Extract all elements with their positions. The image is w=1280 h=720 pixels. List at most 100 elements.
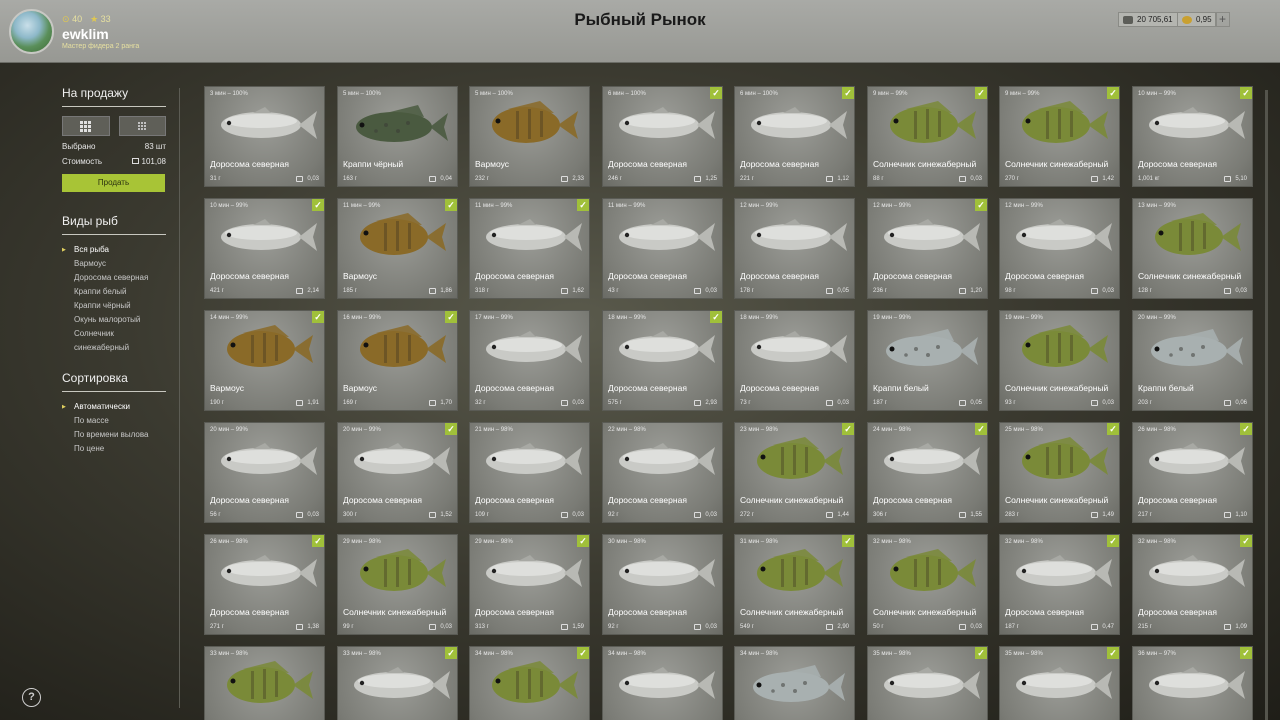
fish-weight: 109 г <box>475 512 489 518</box>
fish-type-filter-item[interactable]: Солнечник синежаберный <box>62 327 166 355</box>
sort-option-item[interactable]: По массе <box>62 414 166 428</box>
fish-card[interactable]: 10 мин – 99% ✓ Доросома северная 1,001 кг 5… <box>1132 86 1253 187</box>
fish-card[interactable]: 24 мин – 98% ✓ Доросома северная 306 г 1,55 <box>867 422 988 523</box>
selected-check-icon[interactable]: ✓ <box>445 199 457 211</box>
fish-card[interactable]: 30 мин – 98% Доросома северная 92 г 0,03 <box>602 534 723 635</box>
fish-card[interactable]: 12 мин – 99% Доросома северная 178 г 0,05 <box>734 198 855 299</box>
selected-check-icon[interactable]: ✓ <box>1107 535 1119 547</box>
fish-type-filter-item[interactable]: Краппи чёрный <box>62 299 166 313</box>
sunfish-icon <box>227 325 313 367</box>
sort-option-item[interactable]: По цене <box>62 442 166 456</box>
fish-card[interactable]: 33 мин – 98% Солнечник <box>204 646 325 720</box>
selected-check-icon[interactable]: ✓ <box>1107 423 1119 435</box>
fish-name: Солнечник синежаберный <box>873 159 977 169</box>
selected-check-icon[interactable]: ✓ <box>445 647 457 659</box>
fish-card[interactable]: 14 мин – 99% ✓ Вармоус 190 г 1,91 <box>204 310 325 411</box>
selected-check-icon[interactable]: ✓ <box>842 87 854 99</box>
selected-check-icon[interactable]: ✓ <box>710 87 722 99</box>
fish-card[interactable]: 35 мин – 98% ✓ <box>867 646 988 720</box>
fish-card[interactable]: 16 мин – 99% ✓ Вармоус 169 г 1,70 <box>337 310 458 411</box>
selected-check-icon[interactable]: ✓ <box>1240 535 1252 547</box>
fish-card[interactable]: 18 мин – 99% ✓ Доросома северная 575 г 2,93 <box>602 310 723 411</box>
fish-type-filter-item[interactable]: Вся рыба <box>62 243 166 257</box>
selected-check-icon[interactable]: ✓ <box>842 423 854 435</box>
fish-price: 1,09 <box>1224 624 1247 630</box>
selected-check-icon[interactable]: ✓ <box>312 199 324 211</box>
selected-check-icon[interactable]: ✓ <box>975 199 987 211</box>
selected-check-icon[interactable]: ✓ <box>975 87 987 99</box>
large-grid-view-button[interactable] <box>62 116 110 136</box>
selected-check-icon[interactable]: ✓ <box>1240 423 1252 435</box>
selected-check-icon[interactable]: ✓ <box>975 647 987 659</box>
fish-card[interactable]: 36 мин – 97% ✓ <box>1132 646 1253 720</box>
fish-card[interactable]: 32 мин – 98% Солнечник синежаберный 50 г 0… <box>867 534 988 635</box>
fish-card[interactable]: 6 мин – 100% ✓ Доросома северная 221 г 1,12 <box>734 86 855 187</box>
fish-card[interactable]: 32 мин – 98% ✓ Доросома северная 215 г 1,09 <box>1132 534 1253 635</box>
fish-card[interactable]: 29 мин – 98% ✓ Доросома северная 313 г 1,59 <box>469 534 590 635</box>
fish-card[interactable]: 11 мин – 99% Доросома северная 43 г 0,03 <box>602 198 723 299</box>
fish-card[interactable]: 19 мин – 99% Краппи белый 187 г 0,05 <box>867 310 988 411</box>
fish-type-filter-item[interactable]: Доросома северная <box>62 271 166 285</box>
fish-card[interactable]: 3 мин – 100% Доросома северная 31 г 0,03 <box>204 86 325 187</box>
fish-card[interactable]: 6 мин – 100% ✓ Доросома северная 246 г 1,25 <box>602 86 723 187</box>
fish-card[interactable]: 34 мин – 98%✓ Солнечник <box>469 646 590 720</box>
fish-card[interactable]: 21 мин – 98% Доросома северная 109 г 0,03 <box>469 422 590 523</box>
selected-check-icon[interactable]: ✓ <box>577 647 589 659</box>
fish-card[interactable]: 17 мин – 99% Доросома северная 32 г 0,03 <box>469 310 590 411</box>
fish-card[interactable]: 11 мин – 99% ✓ Доросома северная 318 г 1,62 <box>469 198 590 299</box>
fish-card[interactable]: 34 мин – 98% <box>734 646 855 720</box>
fish-card[interactable]: 9 мин – 99% ✓ Солнечник синежаберный 88 г 0… <box>867 86 988 187</box>
fish-card[interactable]: 19 мин – 99% Солнечник синежаберный 93 г 0… <box>999 310 1120 411</box>
fish-card[interactable]: 12 мин – 99% Доросома северная 98 г 0,03 <box>999 198 1120 299</box>
fish-card[interactable]: 31 мин – 98% ✓ Солнечник синежаберный 549 … <box>734 534 855 635</box>
catch-time: 24 мин – 98% <box>873 427 911 433</box>
fish-card[interactable]: 34 мин – 98% <box>602 646 723 720</box>
selected-check-icon[interactable]: ✓ <box>577 535 589 547</box>
selected-check-icon[interactable]: ✓ <box>1107 87 1119 99</box>
fish-card[interactable]: 5 мин – 100% Вармоус 232 г 2,33 <box>469 86 590 187</box>
fish-card[interactable]: 26 мин – 98% ✓ Доросома северная 217 г 1,10 <box>1132 422 1253 523</box>
selected-label: Выбрано <box>62 142 96 151</box>
sort-option-item[interactable]: По времени вылова <box>62 428 166 442</box>
fish-type-filter-item[interactable]: Вармоус <box>62 257 166 271</box>
selected-check-icon[interactable]: ✓ <box>842 535 854 547</box>
selected-check-icon[interactable]: ✓ <box>445 423 457 435</box>
selected-check-icon[interactable]: ✓ <box>1240 87 1252 99</box>
fish-type-filter-item[interactable]: Краппи белый <box>62 285 166 299</box>
fish-card[interactable]: 26 мин – 98% ✓ Доросома северная 271 г 1,38 <box>204 534 325 635</box>
selected-check-icon[interactable]: ✓ <box>445 311 457 323</box>
selected-check-icon[interactable]: ✓ <box>710 311 722 323</box>
fish-card[interactable]: 11 мин – 99% ✓ Вармоус 185 г 1,86 <box>337 198 458 299</box>
fish-card[interactable]: 32 мин – 98% ✓ Доросома северная 187 г 0,47 <box>999 534 1120 635</box>
fish-card[interactable]: 20 мин – 99% Краппи белый 203 г 0,06 <box>1132 310 1253 411</box>
fish-card[interactable]: 22 мин – 98% Доросома северная 92 г 0,03 <box>602 422 723 523</box>
fish-card[interactable]: 25 мин – 98% ✓ Солнечник синежаберный 283 … <box>999 422 1120 523</box>
small-grid-view-button[interactable] <box>118 116 166 136</box>
add-currency-button[interactable]: + <box>1215 12 1230 27</box>
selected-check-icon[interactable]: ✓ <box>312 311 324 323</box>
sort-option-item[interactable]: Автоматически <box>62 400 166 414</box>
fish-card[interactable]: 10 мин – 99% ✓ Доросома северная 421 г 2,14 <box>204 198 325 299</box>
fish-card[interactable]: 13 мин – 99% Солнечник синежаберный 128 г… <box>1132 198 1253 299</box>
fish-type-filter-item[interactable]: Окунь малоротый <box>62 313 166 327</box>
selected-check-icon[interactable]: ✓ <box>577 199 589 211</box>
fish-weight: 246 г <box>608 176 622 182</box>
selected-check-icon[interactable]: ✓ <box>312 535 324 547</box>
price-value: 0,03 <box>440 624 452 630</box>
sell-button[interactable]: Продать <box>62 174 165 192</box>
fish-card[interactable]: 20 мин – 99% ✓ Доросома северная 300 г 1,52 <box>337 422 458 523</box>
fish-card[interactable]: 33 мин – 98% ✓ <box>337 646 458 720</box>
scrollbar[interactable] <box>1265 90 1268 720</box>
selected-check-icon[interactable]: ✓ <box>1107 647 1119 659</box>
fish-card[interactable]: 12 мин – 99% ✓ Доросома северная 236 г 1,20 <box>867 198 988 299</box>
selected-check-icon[interactable]: ✓ <box>975 423 987 435</box>
fish-card[interactable]: 9 мин – 99% ✓ Солнечник синежаберный 270 г… <box>999 86 1120 187</box>
fish-card[interactable]: 23 мин – 98% ✓ Солнечник синежаберный 272 … <box>734 422 855 523</box>
help-icon[interactable]: ? <box>22 688 41 707</box>
fish-card[interactable]: 20 мин – 99% Доросома северная 56 г 0,03 <box>204 422 325 523</box>
fish-card[interactable]: 18 мин – 99% Доросома северная 73 г 0,03 <box>734 310 855 411</box>
fish-card[interactable]: 35 мин – 98% ✓ <box>999 646 1120 720</box>
selected-check-icon[interactable]: ✓ <box>1240 647 1252 659</box>
fish-card[interactable]: 5 мин – 100% Краппи чёрный 163 г 0,04 <box>337 86 458 187</box>
fish-card[interactable]: 29 мин – 98% Солнечник синежаберный 99 г 0… <box>337 534 458 635</box>
